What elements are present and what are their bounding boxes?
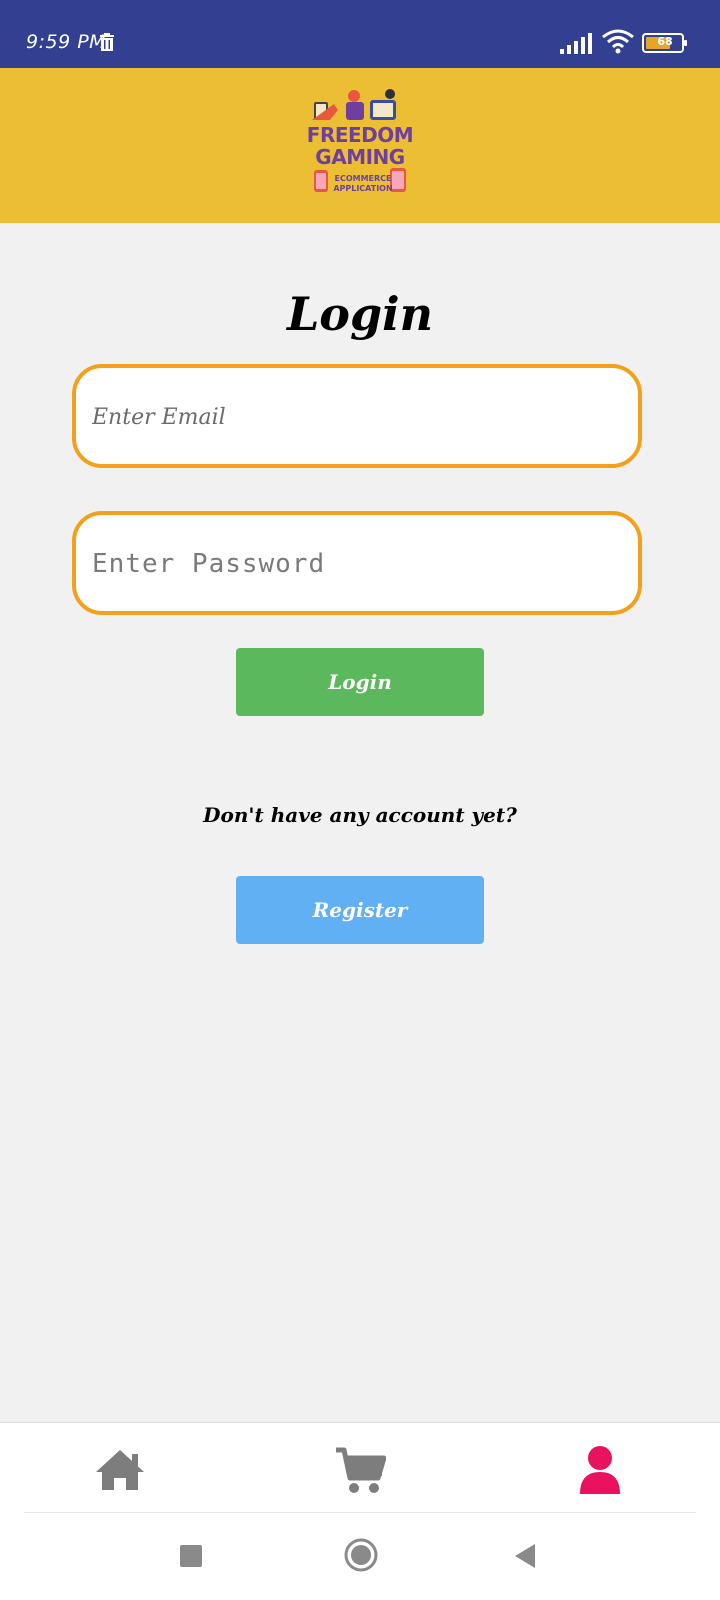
register-button[interactable]: Register	[236, 876, 484, 944]
email-field[interactable]	[90, 368, 624, 466]
recent-apps-icon[interactable]	[180, 1545, 202, 1567]
wifi-icon	[602, 29, 634, 54]
register-prompt: Don't have any account yet?	[203, 803, 517, 827]
logo-title: FREEDOM GAMING	[306, 123, 414, 169]
logo-subtitle: ECOMMERCE APPLICATION	[333, 174, 393, 193]
profile-icon[interactable]	[576, 1444, 628, 1496]
home-icon[interactable]	[94, 1444, 146, 1496]
password-field-container	[72, 511, 642, 615]
login-button[interactable]: Login	[236, 648, 484, 716]
page-title: Login	[286, 287, 434, 341]
signal-icon	[560, 33, 592, 54]
password-field[interactable]	[90, 515, 624, 613]
cart-icon[interactable]	[334, 1444, 386, 1496]
home-circle-icon[interactable]	[344, 1538, 378, 1572]
status-bar: 9:59 PM 68	[0, 0, 720, 68]
email-field-container	[72, 364, 642, 468]
back-icon[interactable]	[513, 1542, 537, 1570]
status-time: 9:59 PM	[26, 31, 107, 53]
battery-level: 68	[657, 35, 673, 48]
trash-icon	[100, 33, 114, 51]
